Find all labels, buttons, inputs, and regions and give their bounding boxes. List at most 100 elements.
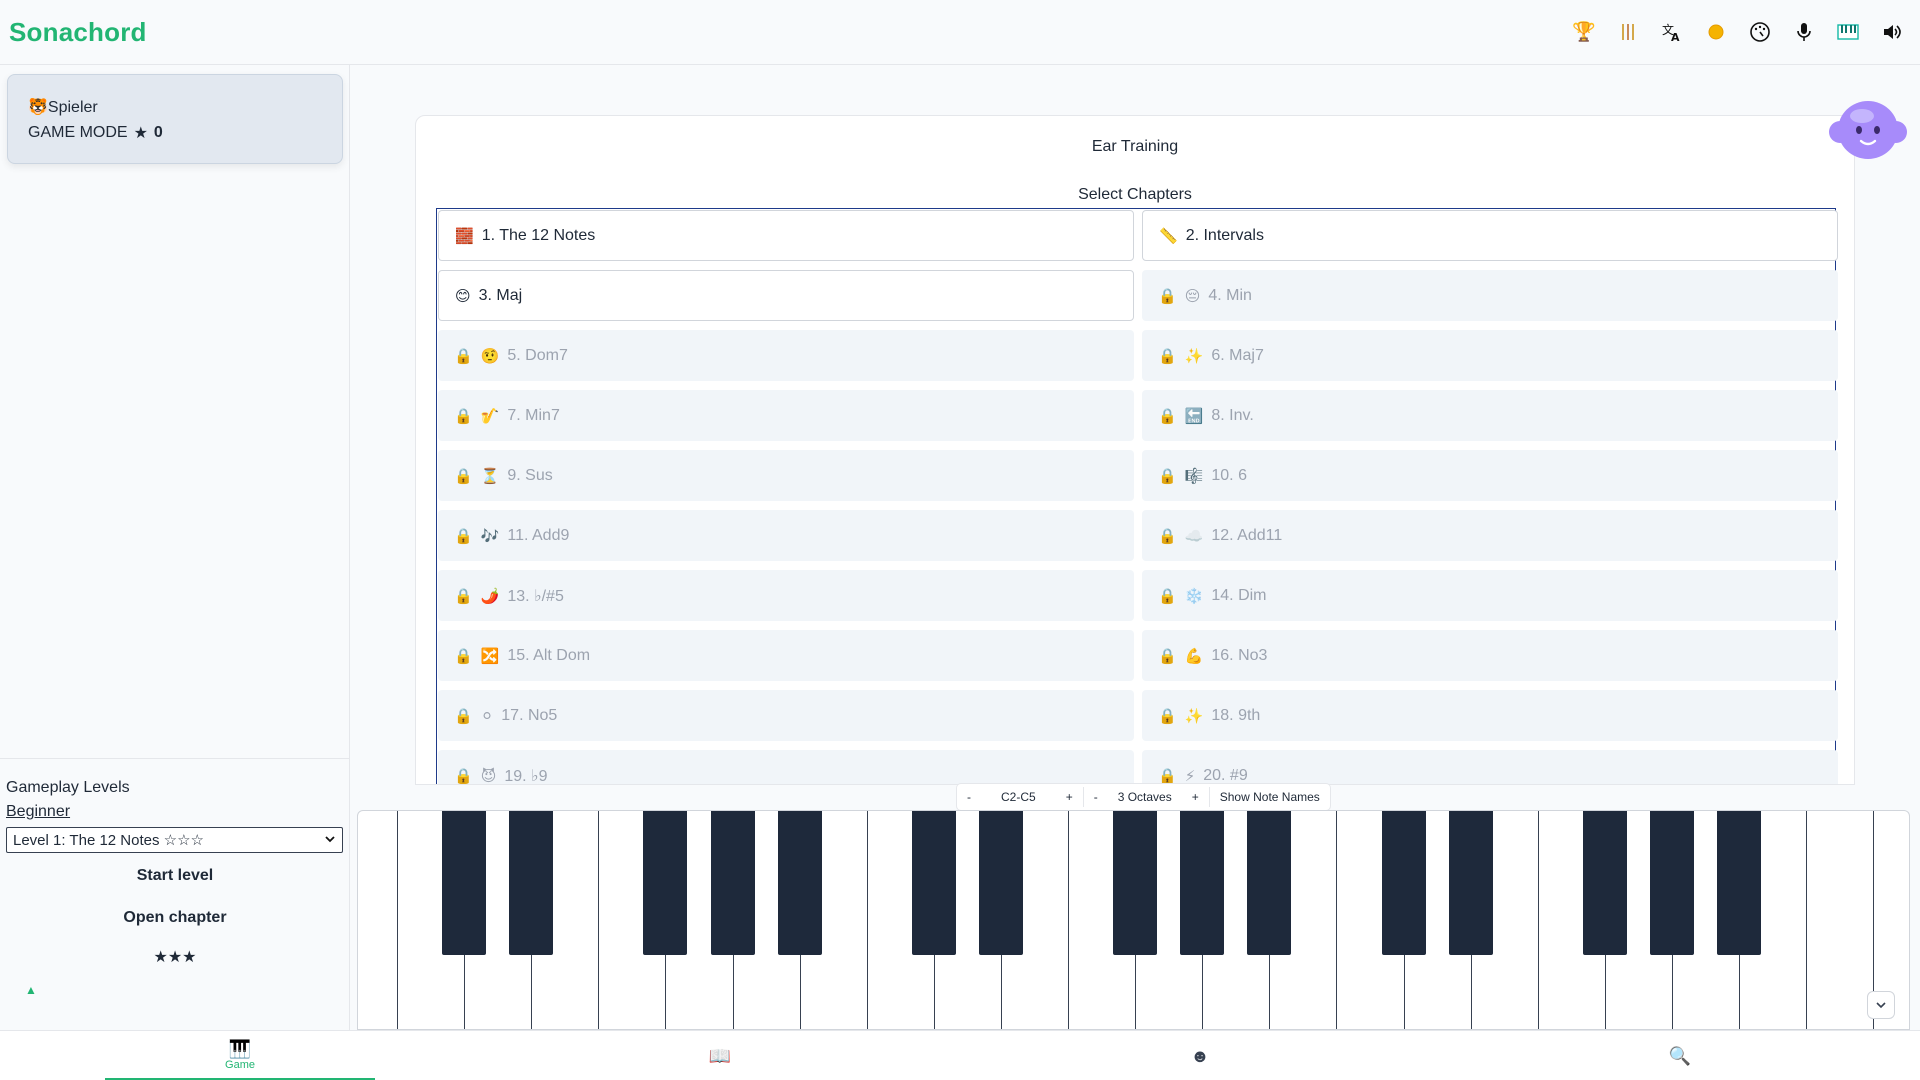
chapter-icon: 🤨 (480, 347, 500, 365)
chapter-item[interactable]: 🔒 ⚪ 17. No5 (438, 690, 1134, 741)
dial-icon[interactable] (1749, 21, 1771, 43)
ear-training-panel: Ear Training Select Chapters 🧱 1. The 12 … (415, 115, 1855, 785)
chapter-item[interactable]: 🔒 🔀 15. Alt Dom (438, 630, 1134, 681)
chapter-item[interactable]: 🔒 🎷 7. Min7 (438, 390, 1134, 441)
difficulty-link[interactable]: Beginner (6, 803, 344, 821)
player-name: Spieler (47, 99, 98, 116)
collapse-triangle-icon[interactable]: ▲ (25, 983, 37, 997)
nav-label: Game (225, 1058, 255, 1071)
chapter-item[interactable]: 🔒 🎶 11. Add9 (438, 510, 1134, 561)
chevron-down-icon (1876, 1002, 1886, 1009)
chapter-label: 9. Sus (507, 466, 553, 484)
chapter-item[interactable]: 🔒 😔 4. Min (1142, 270, 1838, 321)
octaves-value: 3 Octaves (1117, 790, 1172, 804)
piano-icon: 🎹 (228, 1038, 252, 1059)
nav-library[interactable]: 📖 (585, 1031, 855, 1080)
black-key[interactable] (1649, 811, 1694, 955)
chapter-icon: 😈 (480, 767, 497, 785)
player-card[interactable]: 🐯Spieler GAME MODE ★ 0 (7, 74, 343, 164)
chapter-icon: 🎼 (1184, 467, 1204, 485)
chapter-item[interactable]: 🔒 ☁️ 12. Add11 (1142, 510, 1838, 561)
chapter-item[interactable]: 🔒 🌶️ 13. ♭/#5 (438, 570, 1134, 621)
chapter-item[interactable]: 🔒 😈 19. ♭9 (438, 750, 1134, 785)
chapter-label: 12. Add11 (1211, 526, 1283, 544)
select-chapters-title: Select Chapters (1078, 186, 1192, 203)
black-key[interactable] (643, 811, 688, 955)
chapter-icon: ☁️ (1184, 527, 1204, 545)
black-key[interactable] (1180, 811, 1225, 955)
black-key[interactable] (1113, 811, 1158, 955)
mascot-avatar[interactable] (1828, 98, 1908, 164)
chapter-label: 5. Dom7 (507, 346, 568, 364)
piano-icon[interactable] (1837, 21, 1859, 43)
black-key[interactable] (1381, 811, 1426, 955)
white-key[interactable] (1806, 811, 1874, 1029)
octaves-decrease-button[interactable]: - (1084, 785, 1108, 809)
nav-game[interactable]: 🎹 Game (105, 1031, 375, 1080)
chapter-icon: 😔 (1184, 287, 1201, 305)
chapter-icon: 🌶️ (480, 587, 500, 605)
black-key[interactable] (1582, 811, 1627, 955)
chapter-item[interactable]: 🔒 ⏳ 9. Sus (438, 450, 1134, 501)
chapter-icon: 🔀 (480, 647, 500, 665)
open-chapter-button[interactable]: Open chapter (6, 899, 344, 937)
chapter-grid: 🧱 1. The 12 Notes 📏 2. Intervals 😊 3. Maj 🔒 😔 4.… (436, 208, 1838, 785)
range-decrease-button[interactable]: - (957, 785, 981, 809)
chapter-item[interactable]: 🔒 🎼 10. 6 (1142, 450, 1838, 501)
show-note-names-button[interactable]: Show Note Names (1210, 785, 1330, 809)
black-key[interactable] (509, 811, 554, 955)
black-key[interactable] (1247, 811, 1292, 955)
chapter-label: 3. Maj (478, 286, 523, 304)
app-logo[interactable]: Sonachord (9, 17, 147, 48)
chapter-label: 10. 6 (1211, 466, 1247, 484)
sun-icon[interactable] (1705, 21, 1727, 43)
translate-icon[interactable]: 文A (1661, 21, 1683, 43)
chapter-item[interactable]: 🔒 🤨 5. Dom7 (438, 330, 1134, 381)
chapter-icon: 🎷 (480, 407, 500, 425)
speaker-icon[interactable] (1881, 21, 1903, 43)
range-value: C2-C5 (1001, 790, 1036, 804)
nav-search[interactable]: 🔍 (1545, 1031, 1815, 1080)
chapter-item[interactable]: 🔒 ❄️ 14. Dim (1142, 570, 1838, 621)
chapter-item[interactable]: 🔒 ✨ 18. 9th (1142, 690, 1838, 741)
octaves-increase-button[interactable]: + (1182, 785, 1209, 809)
black-key[interactable] (1717, 811, 1761, 955)
black-key[interactable] (442, 811, 487, 955)
microphone-icon[interactable] (1793, 21, 1815, 43)
chapter-item[interactable]: 🧱 1. The 12 Notes (438, 210, 1134, 261)
chapter-label: 4. Min (1208, 286, 1252, 304)
black-key[interactable] (777, 811, 822, 955)
chapter-icon: ⚪ (480, 707, 494, 725)
lock-icon: 🔒 (454, 767, 473, 785)
nav-profile[interactable]: ☻ (1065, 1031, 1335, 1080)
lock-icon: 🔒 (454, 587, 473, 605)
lock-icon: 🔒 (454, 407, 473, 425)
chapter-item[interactable]: 🔒 ✨ 6. Maj7 (1142, 330, 1838, 381)
black-key[interactable] (978, 811, 1023, 955)
level-select[interactable]: Level 1: The 12 Notes ☆☆☆ (6, 827, 343, 853)
chapter-label: 15. Alt Dom (507, 646, 591, 664)
star-icon: ★ (133, 125, 148, 142)
trophy-icon[interactable]: 🏆 (1572, 21, 1596, 43)
collapse-piano-button[interactable] (1867, 991, 1895, 1019)
chapter-item[interactable]: 📏 2. Intervals (1142, 210, 1838, 261)
black-key[interactable] (911, 811, 956, 955)
chapter-icon: 📏 (1159, 227, 1178, 245)
chapter-item[interactable]: 🔒 💪 16. No3 (1142, 630, 1838, 681)
chapter-label: 13. ♭/#5 (507, 587, 564, 605)
header-toolbar: 🏆 文A (1572, 21, 1911, 43)
lock-icon: 🔒 (1158, 647, 1177, 665)
levels-title: Gameplay Levels (6, 779, 130, 796)
chapter-icon: ✨ (1184, 347, 1204, 365)
lock-icon: 🔒 (1158, 287, 1177, 305)
range-increase-button[interactable]: + (1056, 785, 1083, 809)
chapter-item[interactable]: 🔒 ⚡ 20. #9 (1142, 750, 1838, 784)
black-key[interactable] (1448, 811, 1493, 955)
black-key[interactable] (710, 811, 755, 955)
chapter-item[interactable]: 😊 3. Maj (438, 270, 1134, 321)
bars-icon[interactable] (1617, 21, 1639, 43)
level-select-value: Level 1: The 12 Notes ☆☆☆ (13, 832, 204, 849)
chapter-item[interactable]: 🔒 🔚 8. Inv. (1142, 390, 1838, 441)
chapter-label: 20. #9 (1203, 766, 1248, 784)
start-level-button[interactable]: Start level (6, 857, 344, 895)
